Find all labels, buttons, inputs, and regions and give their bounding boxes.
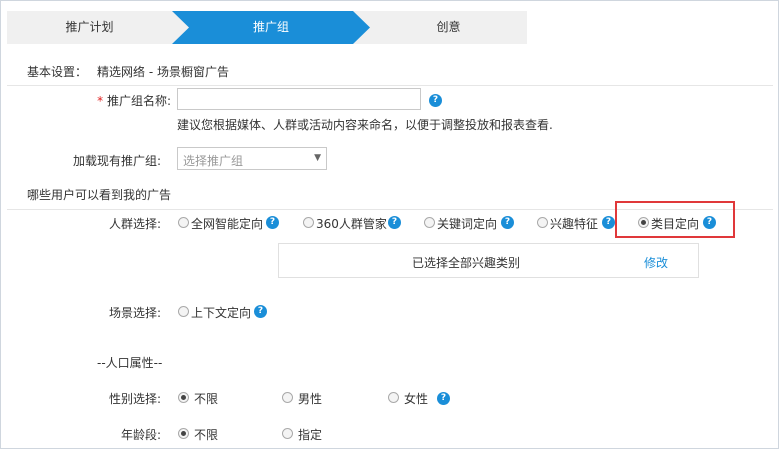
group-name-input[interactable]	[177, 88, 421, 110]
help-icon[interactable]: ?	[429, 94, 442, 107]
radio-crowd-smart[interactable]	[178, 217, 189, 228]
group-name-hint: 建议您根据媒体、人群或活动内容来命名，以便于调整投放和报表查看.	[177, 118, 553, 132]
radio-crowd-keyword[interactable]	[424, 217, 435, 228]
age-option-label[interactable]: 指定	[298, 426, 322, 443]
gender-option-label[interactable]: 不限	[194, 390, 218, 407]
radio-scene-context[interactable]	[178, 306, 189, 317]
crowd-option-label[interactable]: 兴趣特征	[550, 215, 598, 232]
help-icon[interactable]: ?	[266, 216, 279, 229]
radio-crowd-category[interactable]	[638, 217, 649, 228]
age-option-label[interactable]: 不限	[194, 426, 218, 443]
radio-age-any[interactable]	[178, 428, 189, 439]
step-ad-group[interactable]: 推广组	[172, 11, 370, 44]
radio-gender-any[interactable]	[178, 392, 189, 403]
age-label: 年龄段:	[120, 428, 161, 442]
step-bar: 推广计划 推广组 创意	[7, 11, 527, 44]
help-icon[interactable]: ?	[602, 216, 615, 229]
audience-section-title: 哪些用户可以看到我的广告	[27, 188, 172, 202]
gender-label: 性别选择:	[108, 392, 161, 406]
required-mark: *	[97, 94, 104, 108]
step-creative[interactable]: 创意	[370, 11, 527, 44]
radio-crowd-360[interactable]	[303, 217, 314, 228]
load-group-select[interactable]: 选择推广组 ▼	[177, 147, 327, 170]
scene-option-label[interactable]: 上下文定向	[191, 304, 251, 321]
radio-gender-female[interactable]	[388, 392, 399, 403]
radio-age-specify[interactable]	[282, 428, 293, 439]
help-icon[interactable]: ?	[388, 216, 401, 229]
load-group-placeholder: 选择推广组	[183, 154, 244, 168]
divider	[7, 85, 773, 86]
demographics-heading: --人口属性--	[97, 356, 163, 370]
step-campaign[interactable]: 推广计划	[7, 11, 172, 44]
category-summary-panel: 已选择全部兴趣类别 修改	[278, 243, 699, 278]
help-icon[interactable]: ?	[254, 305, 267, 318]
group-name-label: * 推广组名称:	[97, 94, 171, 108]
category-summary-text: 已选择全部兴趣类别	[412, 256, 521, 270]
crowd-option-label[interactable]: 360人群管家	[316, 215, 387, 232]
page-frame: 推广计划 推广组 创意 基本设置： 精选网络 - 场景橱窗广告 * 推广组名称:…	[0, 0, 779, 449]
crowd-option-label[interactable]: 关键词定向	[437, 215, 497, 232]
crowd-label: 人群选择:	[108, 217, 161, 231]
help-icon[interactable]: ?	[437, 392, 450, 405]
help-icon[interactable]: ?	[501, 216, 514, 229]
crowd-option-label[interactable]: 类目定向	[651, 215, 699, 232]
gender-option-label[interactable]: 女性	[404, 390, 428, 407]
crowd-option-label[interactable]: 全网智能定向	[191, 215, 263, 232]
basic-settings-value: 精选网络 - 场景橱窗广告	[97, 65, 229, 79]
scene-label: 场景选择:	[108, 306, 161, 320]
load-group-label: 加载现有推广组:	[72, 154, 161, 168]
radio-crowd-interest[interactable]	[537, 217, 548, 228]
basic-settings-label: 基本设置：	[27, 65, 88, 79]
chevron-down-icon: ▼	[314, 153, 321, 163]
gender-option-label[interactable]: 男性	[298, 390, 322, 407]
edit-category-link[interactable]: 修改	[644, 254, 668, 271]
radio-gender-male[interactable]	[282, 392, 293, 403]
help-icon[interactable]: ?	[703, 216, 716, 229]
